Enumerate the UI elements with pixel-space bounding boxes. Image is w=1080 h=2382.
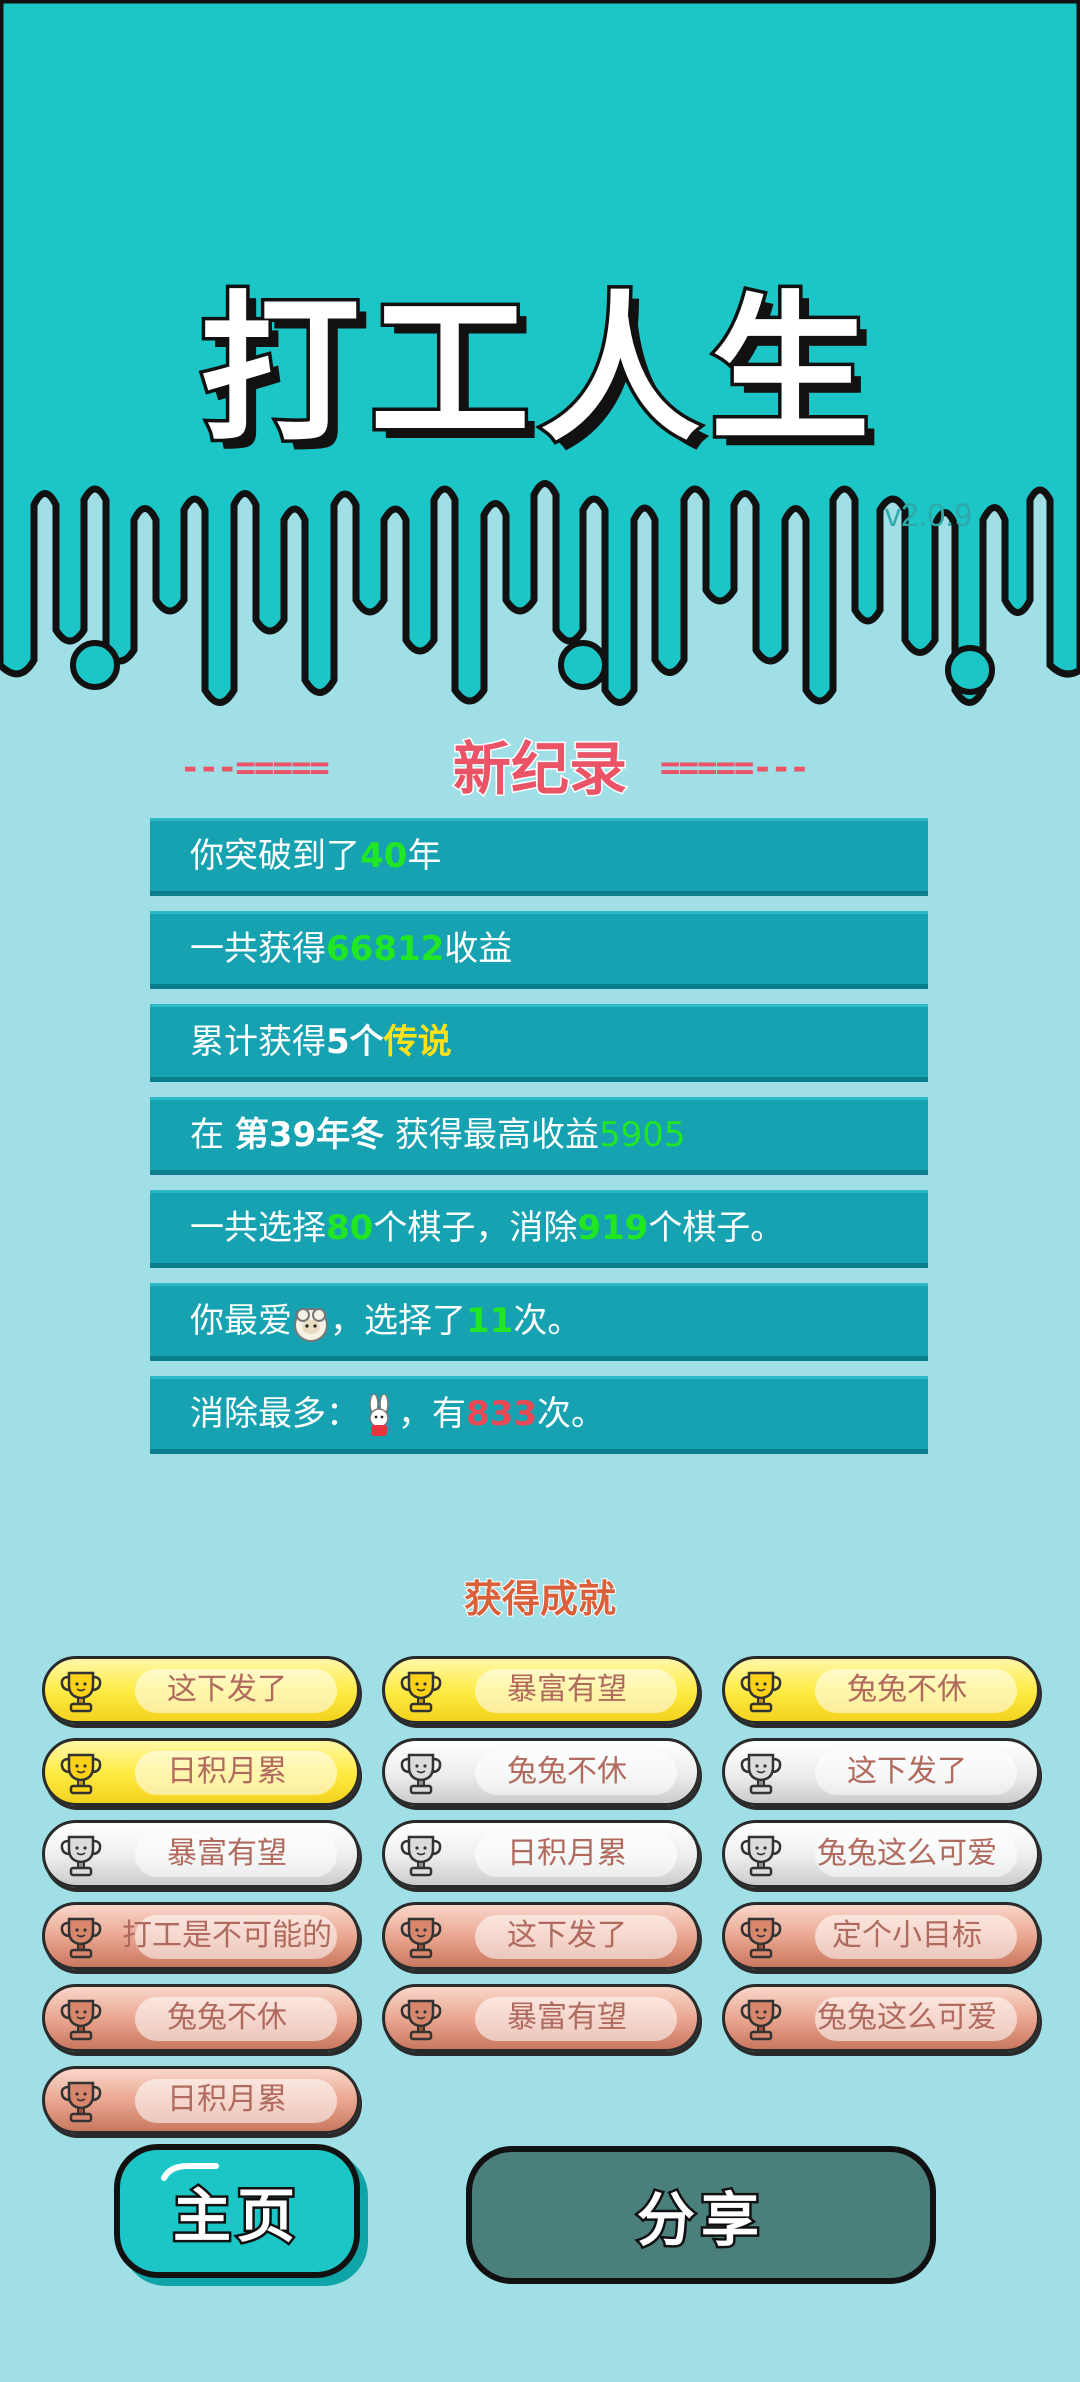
trophy-icon (740, 1671, 782, 1713)
row-value: 919 (577, 1208, 649, 1248)
row-value: 80 (326, 1208, 374, 1248)
achievement-badge: 日积月累 (42, 1738, 360, 1806)
trophy-icon (60, 2081, 102, 2123)
achievement-label: 这下发了 (167, 1672, 287, 1707)
sheep-icon (294, 1307, 328, 1342)
share-button-label: 分享 (634, 2184, 765, 2257)
trophy-icon (400, 1835, 442, 1877)
achievement-label: 定个小目标 (832, 1918, 982, 1953)
achievement-label: 兔兔不休 (167, 2000, 287, 2035)
achievement-label: 这下发了 (847, 1754, 967, 1789)
record-row-best: 在 第39年冬 获得最高收益5905 (150, 1097, 928, 1175)
trophy-icon (400, 1671, 442, 1713)
achievement-badge: 兔兔这么可爱 (722, 1984, 1040, 2052)
achievement-badge: 兔兔不休 (722, 1656, 1040, 1724)
achievement-badge: 日积月累 (382, 1820, 700, 1888)
achievements-heading: 获得成就 (463, 1576, 617, 1622)
row-text: 次。 (536, 1394, 605, 1434)
trophy-icon (400, 1753, 442, 1795)
row-text: 一共获得 (190, 929, 326, 969)
row-text: ，有 (398, 1394, 466, 1434)
trophy-icon (740, 1835, 782, 1877)
row-value: 5个 (326, 1022, 384, 1062)
row-text: 累计获得 (190, 1022, 326, 1062)
record-heading: 新纪录 (451, 734, 628, 805)
record-row-favorite: 你最爱 ，选择了11次。 (150, 1283, 928, 1361)
achievement-badge: 兔兔这么可爱 (722, 1820, 1040, 1888)
achievement-badge: 打工是不可能的 (42, 1902, 360, 1970)
record-row-years: 你突破到了40年 (150, 818, 928, 896)
version-label: v2.0.9 (884, 497, 972, 533)
record-row-pieces: 一共选择80个棋子，消除919个棋子。 (150, 1190, 928, 1268)
achievement-label: 打工是不可能的 (122, 1918, 332, 1953)
achievement-badge: 这下发了 (382, 1902, 700, 1970)
game-title: 打工人生 (196, 273, 880, 467)
row-text: ，选择了 (330, 1301, 466, 1341)
row-text: 次。 (513, 1301, 582, 1341)
achievement-label: 暴富有望 (507, 2000, 627, 2035)
row-text: 在 (190, 1115, 235, 1155)
achievement-badge: 兔兔不休 (382, 1738, 700, 1806)
achievement-label: 日积月累 (507, 1836, 627, 1871)
trophy-icon (400, 1917, 442, 1959)
trophy-icon (60, 1753, 102, 1795)
trophy-icon (60, 1999, 102, 2041)
row-text: 一共选择 (190, 1208, 326, 1248)
achievement-label: 兔兔这么可爱 (817, 2000, 997, 2035)
achievement-label: 兔兔不休 (507, 1754, 627, 1789)
achievement-badge: 这下发了 (722, 1738, 1040, 1806)
achievement-label: 日积月累 (167, 2082, 287, 2117)
row-text: 你突破到了 (190, 836, 360, 876)
row-value: 11 (466, 1301, 514, 1341)
achievement-badge: 定个小目标 (722, 1902, 1040, 1970)
record-row-legend: 累计获得5个传说 (150, 1004, 928, 1082)
row-text: 你最爱 (190, 1301, 292, 1341)
achievement-badge: 这下发了 (42, 1656, 360, 1724)
record-deco-right: =====--- (660, 748, 810, 788)
achievement-label: 兔兔不休 (847, 1672, 967, 1707)
home-button-label: 主页 (170, 2180, 301, 2253)
row-value: 40 (360, 836, 408, 876)
achievement-label: 暴富有望 (507, 1672, 627, 1707)
row-text: 获得最高收益 (384, 1115, 599, 1155)
row-highlight: 传说 (383, 1022, 452, 1062)
row-text: 个棋子，消除 (373, 1208, 578, 1248)
trophy-icon (740, 1917, 782, 1959)
achievement-badge: 暴富有望 (42, 1820, 360, 1888)
trophy-icon (60, 1835, 102, 1877)
achievement-label: 兔兔这么可爱 (817, 1836, 997, 1871)
row-text: 个棋子。 (648, 1208, 785, 1248)
achievement-label: 暴富有望 (167, 1836, 287, 1871)
record-row-most-cleared: 消除最多： ，有833次。 (150, 1376, 928, 1454)
trophy-icon (60, 1917, 102, 1959)
record-row-income: 一共获得66812收益 (150, 911, 928, 989)
row-season: 第39年冬 (234, 1115, 385, 1155)
row-value: 833 (466, 1394, 537, 1434)
row-text: 消除最多： (190, 1394, 360, 1434)
achievement-label: 日积月累 (167, 1754, 287, 1789)
achievement-badge: 暴富有望 (382, 1984, 700, 2052)
trophy-icon (60, 1671, 102, 1713)
trophy-icon (400, 1999, 442, 2041)
home-button[interactable]: 主页 (114, 2144, 360, 2278)
achievement-badge: 日积月累 (42, 2066, 360, 2134)
row-text: 年 (407, 836, 442, 876)
achievement-badge: 兔兔不休 (42, 1984, 360, 2052)
share-button[interactable]: 分享 (466, 2146, 936, 2284)
row-text: 收益 (444, 929, 513, 969)
row-value: 5905 (598, 1115, 686, 1155)
achievement-label: 这下发了 (507, 1918, 627, 1953)
rabbit-icon (369, 1393, 389, 1436)
achievement-badge: 暴富有望 (382, 1656, 700, 1724)
trophy-icon (740, 1999, 782, 2041)
trophy-icon (740, 1753, 782, 1795)
row-value: 66812 (326, 929, 445, 969)
